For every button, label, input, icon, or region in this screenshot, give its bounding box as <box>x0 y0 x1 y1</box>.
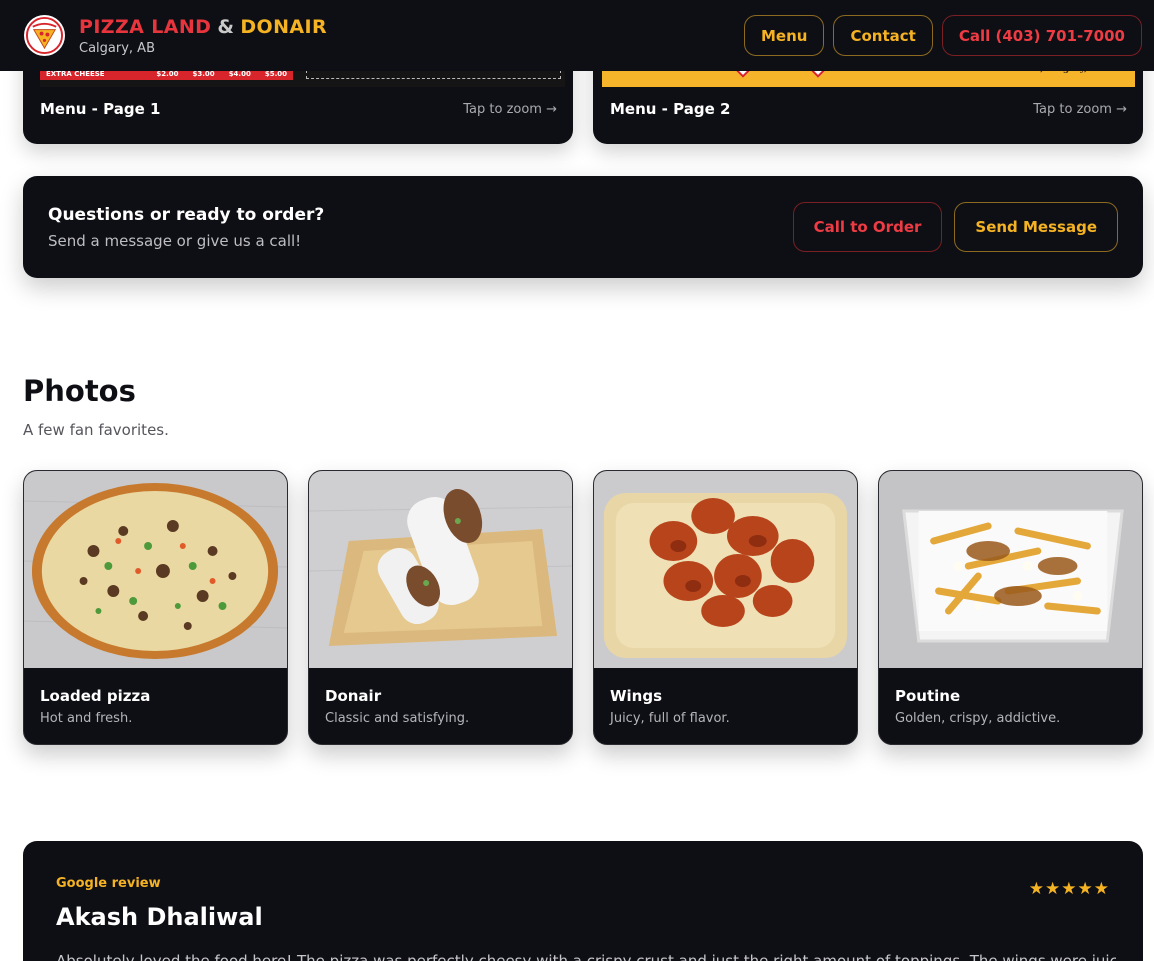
photo-card-wings[interactable]: Wings Juicy, full of flavor. <box>593 470 858 745</box>
nav-call-button[interactable]: Call (403) 701-7000 <box>941 15 1142 56</box>
brand-ampersand: & <box>217 15 235 38</box>
menu-thumb-price: $4.00 <box>228 70 251 78</box>
menu-thumb-label: EXTRA CHEESE <box>46 70 105 78</box>
star-rating-icon: ★★★★★ <box>1028 879 1110 899</box>
photos-subtitle: A few fan favorites. <box>23 421 169 439</box>
photo-title: Donair <box>325 687 382 705</box>
menu-thumb-price: $5.00 <box>264 70 287 78</box>
tap-to-zoom-link[interactable]: Tap to zoom → <box>1033 102 1127 117</box>
header-nav: Menu Contact Call (403) 701-7000 <box>744 15 1142 56</box>
brand-word-pizza-land: PIZZA LAND <box>79 15 212 38</box>
photo-card-donair[interactable]: Donair Classic and satisfying. <box>308 470 573 745</box>
menu-page-title: Menu - Page 1 <box>40 100 161 118</box>
brand-location: Calgary, AB <box>79 40 155 56</box>
tap-to-zoom-link[interactable]: Tap to zoom → <box>463 102 557 117</box>
cta-subtitle: Send a message or give us a call! <box>48 231 302 250</box>
order-cta-banner: Questions or ready to order? Send a mess… <box>23 176 1143 278</box>
review-source: Google review <box>56 876 161 891</box>
photo-title: Wings <box>610 687 663 705</box>
menu-thumb-price: $2.00 <box>156 70 179 78</box>
review-author: Akash Dhaliwal <box>56 903 263 931</box>
donair-photo[interactable] <box>309 471 572 668</box>
send-message-button[interactable]: Send Message <box>954 202 1118 252</box>
pizza-photo[interactable] <box>24 471 287 668</box>
photo-caption: Juicy, full of flavor. <box>610 711 730 726</box>
menu-page-title: Menu - Page 2 <box>610 100 731 118</box>
brand[interactable]: PIZZA LAND & DONAIR Calgary, AB <box>24 15 327 56</box>
review-text: Absolutely loved the food here! The pizz… <box>56 952 1116 961</box>
site-header: PIZZA LAND & DONAIR Calgary, AB Menu Conta… <box>0 0 1154 71</box>
photo-title: Loaded pizza <box>40 687 151 705</box>
menu-thumb-price: $3.00 <box>192 70 215 78</box>
poutine-photo[interactable] <box>879 471 1142 668</box>
brand-name: PIZZA LAND & DONAIR <box>79 16 327 38</box>
call-to-order-button[interactable]: Call to Order <box>792 202 943 252</box>
photo-card-pizza[interactable]: Loaded pizza Hot and fresh. <box>23 470 288 745</box>
photo-card-poutine[interactable]: Poutine Golden, crispy, addictive. <box>878 470 1143 745</box>
nav-menu-button[interactable]: Menu <box>744 15 825 56</box>
menu-thumb-dashed-box <box>306 70 561 79</box>
photo-caption: Classic and satisfying. <box>325 711 470 726</box>
photos-heading: Photos <box>23 374 136 408</box>
nav-contact-button[interactable]: Contact <box>833 15 933 56</box>
brand-word-donair: DONAIR <box>240 15 327 38</box>
pizza-logo-icon[interactable] <box>24 15 65 56</box>
photo-title: Poutine <box>895 687 961 705</box>
photo-caption: Hot and fresh. <box>40 711 133 726</box>
wings-photo[interactable] <box>594 471 857 668</box>
cta-title: Questions or ready to order? <box>48 204 325 225</box>
review-card: Google review ★★★★★ Akash Dhaliwal Absol… <box>23 841 1143 961</box>
photo-caption: Golden, crispy, addictive. <box>895 711 1061 726</box>
